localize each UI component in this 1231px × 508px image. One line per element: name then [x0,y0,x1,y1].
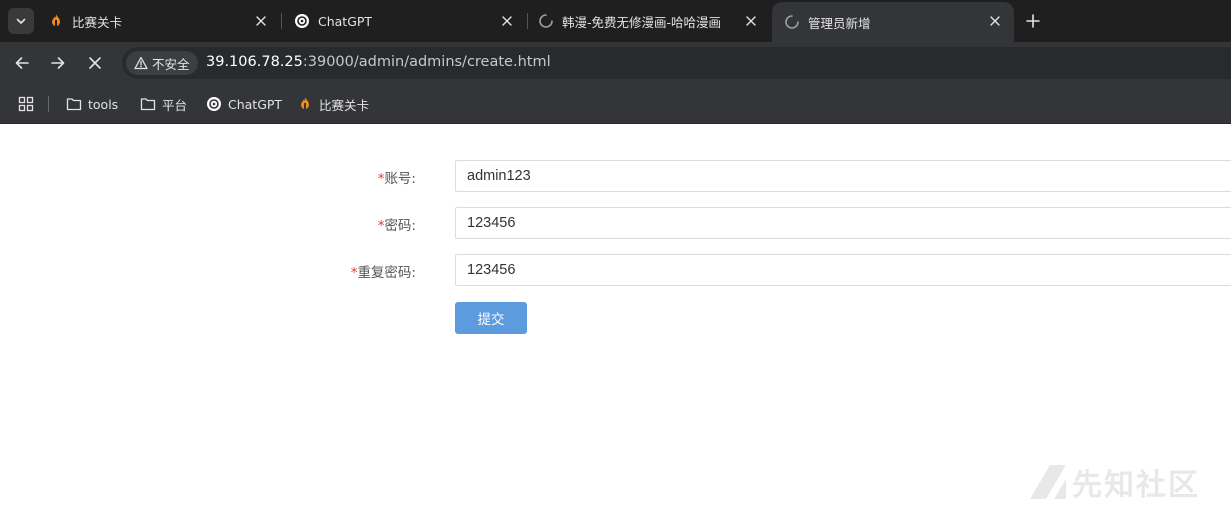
bookmark-bisai[interactable]: 比赛关卡 [297,94,369,114]
tab-chatgpt[interactable]: ChatGPT [282,2,526,40]
openai-logo-icon [206,96,222,112]
bookmark-label: 平台 [162,97,188,113]
tab-hanman[interactable]: 韩漫-免费无修漫画-哈哈漫画 [526,2,770,40]
security-label: 不安全 [152,56,190,72]
browser-toolbar: 不安全 39.106.78.25:39000/admin/admins/crea… [0,42,1231,84]
close-icon [89,57,101,69]
watermark-text: 先知社区 [1072,468,1200,503]
confirm-password-input[interactable] [455,254,1231,286]
fire-logo-icon [48,13,64,29]
close-icon[interactable] [988,14,1002,28]
close-icon[interactable] [744,14,758,28]
bookmark-pingtai[interactable]: 平台 [140,94,187,114]
openai-logo-icon [294,13,310,29]
bookmark-chatgpt[interactable]: ChatGPT [206,94,282,114]
bookmark-label: ChatGPT [228,96,283,112]
forward-button[interactable] [48,53,68,73]
fire-logo-icon [297,96,313,112]
submit-button[interactable]: 提交 [455,302,527,334]
bookmark-tools[interactable]: tools [66,94,118,114]
close-icon[interactable] [500,14,514,28]
folder-icon [66,96,82,112]
chevron-down-icon [16,18,26,24]
url-path: :39000/admin/admins/create.html [302,54,551,70]
address-bar[interactable]: 不安全 39.106.78.25:39000/admin/admins/crea… [122,47,1231,79]
new-tab-button[interactable] [1022,10,1044,32]
folder-icon [140,96,156,112]
account-label: *账号: [377,171,416,187]
tab-bisai[interactable]: 比赛关卡 [36,2,280,40]
xianzhi-logo-icon [1030,465,1066,499]
stop-loading-button[interactable] [85,53,105,73]
confirm-password-row: *重复密码: [0,254,1231,286]
url-text[interactable]: 39.106.78.25:39000/admin/admins/create.h… [206,54,551,70]
arrow-left-icon [15,57,29,69]
bookmark-label: tools [88,96,119,112]
tab-title: 比赛关卡 [72,14,123,30]
loading-spinner-icon [784,14,800,30]
page-content: *账号: *密码: *重复密码: 提交 先知社区 [0,124,1231,508]
tab-title: 管理员新增 [808,15,871,31]
apps-grid-icon[interactable] [18,96,34,112]
confirm-password-label: *重复密码: [350,265,416,281]
back-button[interactable] [12,53,32,73]
arrow-right-icon [51,57,65,69]
bookmark-label: 比赛关卡 [319,97,370,113]
xianzhi-watermark: 先知社区 [1028,460,1200,504]
security-indicator[interactable]: 不安全 [126,51,198,75]
warning-triangle-icon [134,56,148,70]
url-host: 39.106.78.25 [206,54,303,70]
account-row: *账号: [0,160,1231,192]
account-input[interactable] [455,160,1231,192]
password-row: *密码: [0,207,1231,239]
bookmarks-divider [48,96,49,112]
password-label: *密码: [377,218,416,234]
tab-title: ChatGPT [318,13,373,29]
tab-title: 韩漫-免费无修漫画-哈哈漫画 [562,14,722,30]
password-input[interactable] [455,207,1231,239]
tab-search-button[interactable] [8,8,34,34]
tab-strip: 比赛关卡 ChatGPT 韩漫-免费无修漫画-哈哈漫画 管理员新增 [0,0,1231,42]
plus-icon [1026,14,1040,28]
close-icon[interactable] [254,14,268,28]
loading-spinner-icon [538,13,554,29]
bookmarks-bar: tools 平台 ChatGPT 比赛关卡 [0,84,1231,124]
tab-admin-create[interactable]: 管理员新增 [772,2,1014,42]
